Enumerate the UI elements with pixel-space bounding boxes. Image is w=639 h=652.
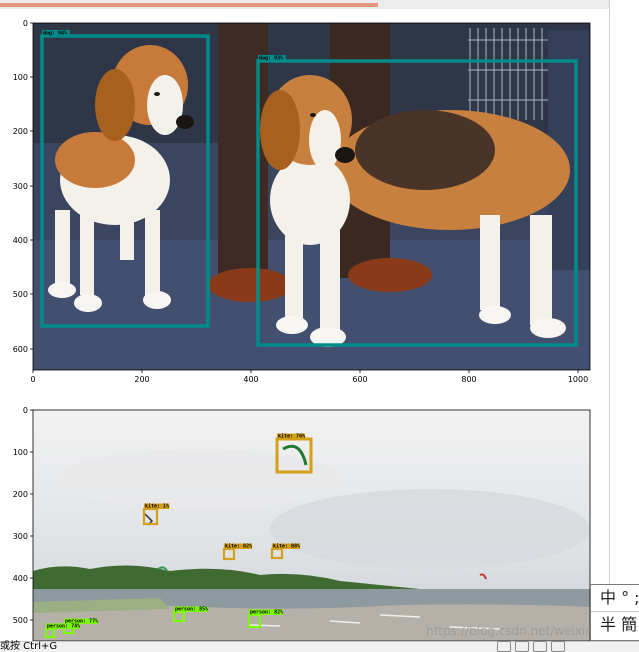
y-tick-label: 500 (13, 290, 28, 299)
y-tick-label: 500 (13, 616, 28, 625)
y-tick-label: 200 (13, 490, 28, 499)
y-tick-label: 400 (13, 236, 28, 245)
detection-label: kite: 1% (145, 504, 169, 510)
detection-label: dog: 94% (43, 31, 67, 37)
detection-label: person: 85% (175, 607, 208, 613)
detection-label: kite: 82% (225, 544, 252, 550)
y-tick-label: 0 (23, 406, 28, 415)
y-tick-label: 600 (13, 345, 28, 354)
ime-width-row[interactable]: 半 簡 (591, 611, 639, 638)
status-text: 或按 Ctrl+G (0, 641, 58, 652)
status-bar: 或按 Ctrl+G (0, 641, 639, 652)
y-tick-label: 400 (13, 574, 28, 583)
detection-label: dog: 93% (259, 56, 283, 62)
figure-beagle-detection: dog: 94% dog: 93% 0 200 400 600 800 1000 0 100 20… (0, 10, 600, 390)
vertical-scrollbar[interactable] (609, 0, 610, 641)
progress-track (0, 0, 610, 9)
keyboard-icon[interactable] (533, 641, 547, 652)
detection-label: person: 82% (250, 610, 283, 616)
x-tick-label: 0 (30, 375, 35, 384)
screen-icon[interactable] (497, 641, 511, 652)
y-tick-label: 300 (13, 532, 28, 541)
watermark: https://blog.csdn.net/weixin_ (426, 624, 599, 638)
y-tick-label: 100 (13, 73, 28, 82)
figure-kite-beach-detection: kite: 76% kite: 1% kite: 82% kite: 88% perso… (0, 399, 600, 642)
progress-fill (0, 3, 379, 7)
printer-icon[interactable] (551, 641, 565, 652)
detection-label: kite: 76% (278, 434, 305, 440)
x-tick-label: 800 (461, 375, 476, 384)
ime-mode-row[interactable]: 中 ° ; (591, 585, 639, 611)
beagle-photo (33, 23, 590, 370)
y-tick-label: 0 (23, 19, 28, 28)
detection-label: person: 74% (47, 624, 80, 630)
detection-label: kite: 88% (273, 544, 300, 550)
x-tick-label: 1000 (568, 375, 588, 384)
help-icon[interactable] (515, 641, 529, 652)
y-tick-label: 200 (13, 127, 28, 136)
y-tick-label: 300 (13, 182, 28, 191)
status-icons (497, 641, 565, 652)
y-tick-label: 100 (13, 448, 28, 457)
x-tick-label: 200 (134, 375, 149, 384)
x-tick-label: 400 (243, 375, 258, 384)
x-tick-label: 600 (352, 375, 367, 384)
ime-panel[interactable]: 中 ° ; 半 簡 (590, 584, 639, 641)
